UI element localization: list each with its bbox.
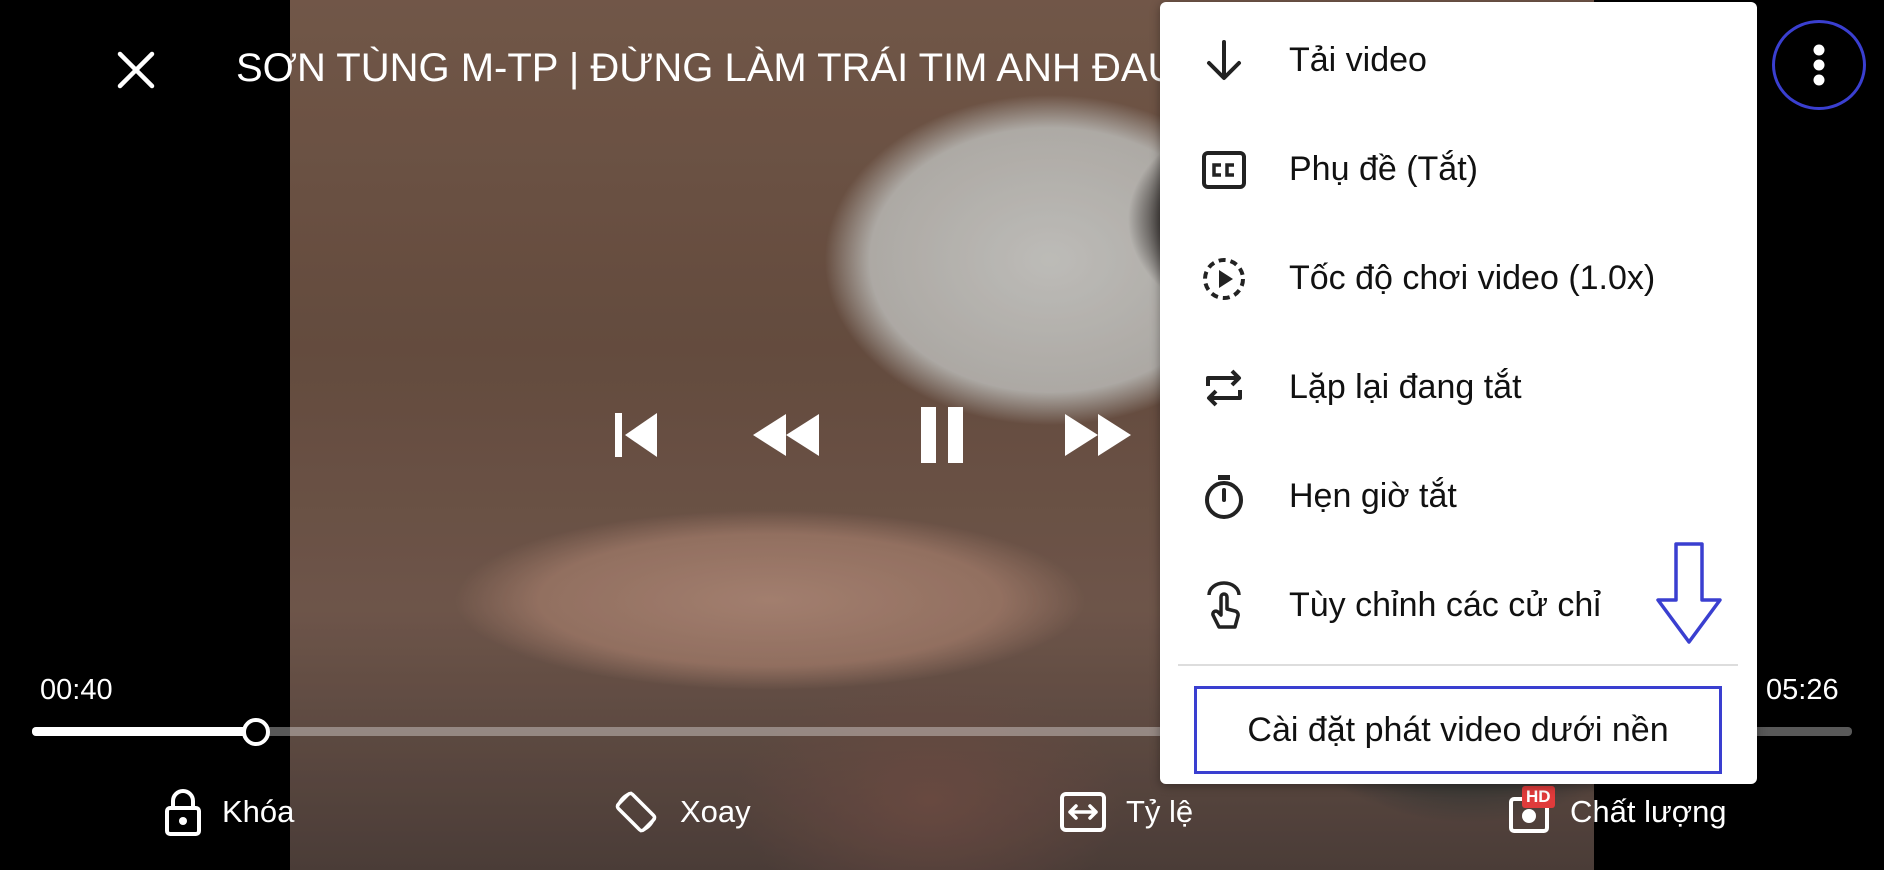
gesture-icon [1200, 580, 1248, 630]
quality-label: Chất lượng [1570, 794, 1727, 829]
close-button[interactable] [112, 46, 160, 94]
aspect-ratio-icon [1060, 792, 1106, 832]
fast-forward-button[interactable] [1062, 400, 1134, 470]
hd-badge: HD [1522, 786, 1555, 808]
download-icon [1200, 37, 1248, 85]
video-title: SƠN TÙNG M-TP | ĐỪNG LÀM TRÁI TIM ANH ĐA… [236, 46, 1176, 90]
skip-previous-icon [615, 413, 657, 457]
close-icon [117, 51, 155, 89]
current-time: 00:40 [40, 674, 113, 706]
menu-item-download[interactable]: Tải video [1160, 6, 1757, 115]
menu-item-playback-speed[interactable]: Tốc độ chơi video (1.0x) [1160, 224, 1757, 333]
menu-item-label: Tùy chỉnh các cử chỉ [1289, 586, 1601, 624]
aspect-ratio-button[interactable]: Tỷ lệ [1060, 782, 1193, 842]
lock-button[interactable]: Khóa [164, 782, 294, 842]
rotate-label: Xoay [680, 794, 751, 829]
menu-item-label: Tải video [1289, 41, 1427, 79]
menu-item-repeat[interactable]: Lặp lại đang tắt [1160, 333, 1757, 442]
seek-progress [32, 727, 256, 736]
menu-item-label: Lặp lại đang tắt [1289, 368, 1522, 406]
menu-item-label: Hẹn giờ tắt [1289, 477, 1457, 515]
more-vertical-icon [1813, 44, 1825, 86]
rewind-button[interactable] [750, 400, 822, 470]
options-menu: Tải video Phụ đề (Tắt) Tốc độ chơi video… [1160, 2, 1757, 784]
menu-item-label: Phụ đề (Tắt) [1289, 150, 1478, 188]
seek-thumb[interactable] [242, 718, 270, 746]
scroll-down-hint-arrow-icon [1656, 542, 1722, 644]
pause-button[interactable] [912, 400, 972, 470]
menu-item-sleep-timer[interactable]: Hẹn giờ tắt [1160, 442, 1757, 551]
lock-label: Khóa [222, 794, 295, 829]
repeat-icon [1200, 364, 1248, 412]
rotate-button[interactable]: Xoay [612, 782, 751, 842]
fast-forward-icon [1065, 414, 1131, 456]
duration: 05:26 [1766, 674, 1839, 706]
lock-icon [165, 789, 201, 836]
pause-icon [921, 407, 963, 463]
playback-speed-icon [1200, 255, 1248, 303]
skip-previous-button[interactable] [606, 400, 666, 470]
closed-caption-icon [1200, 146, 1248, 194]
rotate-icon [615, 791, 657, 833]
menu-item-label: Tốc độ chơi video (1.0x) [1289, 259, 1656, 297]
aspect-ratio-label: Tỷ lệ [1126, 794, 1194, 829]
rewind-icon [753, 414, 819, 456]
background-playback-setting-button[interactable]: Cài đặt phát video dưới nền [1194, 686, 1722, 774]
menu-divider [1178, 664, 1738, 666]
more-options-button[interactable] [1772, 20, 1866, 110]
timer-icon [1200, 473, 1248, 521]
menu-item-subtitles[interactable]: Phụ đề (Tắt) [1160, 115, 1757, 224]
